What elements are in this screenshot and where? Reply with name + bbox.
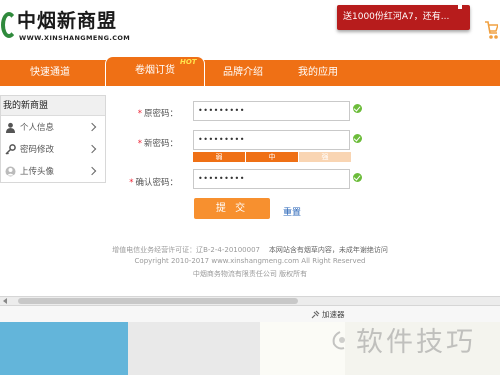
- scrollbar-thumb[interactable]: [18, 298, 298, 304]
- sidebar-title: 我的新商盟: [1, 96, 105, 116]
- pin-icon[interactable]: [311, 310, 320, 319]
- strength-medium: 中: [246, 152, 298, 162]
- key-icon: [5, 144, 16, 155]
- footer-company: 中烟商务物流有限责任公司 版权所有: [192, 270, 308, 278]
- promo-banner[interactable]: 送1000份红河A7，还有...: [337, 5, 470, 30]
- footer-license: 增值电信业务经营许可证：辽B-2-4-20100007: [112, 246, 260, 254]
- promo-corner: [458, 5, 462, 9]
- watermark-logo-icon: [332, 331, 345, 350]
- nav-my-apps[interactable]: 我的应用: [287, 60, 349, 86]
- valid-check-icon: [353, 134, 362, 143]
- sidebar-item-label: 个人信息: [20, 123, 55, 133]
- submit-button[interactable]: 提 交: [194, 198, 270, 219]
- sidebar-item-profile[interactable]: 个人信息: [1, 117, 105, 139]
- new-password-field[interactable]: •••••••••: [193, 130, 350, 150]
- sidebar: 我的新商盟 个人信息 密码修改 上传头像: [0, 95, 106, 183]
- sidebar-item-label: 上传头像: [20, 167, 55, 177]
- strength-weak: 弱: [193, 152, 245, 162]
- site-logo-title[interactable]: 中烟新商盟: [17, 10, 117, 32]
- chevron-right-icon: [87, 166, 97, 176]
- person-icon: [6, 122, 15, 133]
- old-password-label: * 原密码：: [137, 109, 178, 119]
- avatar-icon: [5, 166, 16, 177]
- main-nav: 快速通道 品牌介绍 我的应用: [0, 60, 500, 86]
- site-logo-url: WWW.XINSHANGMENG.COM: [19, 34, 131, 42]
- thumbnail-grey: [128, 322, 260, 375]
- confirm-password-label: * 确认密码：: [129, 178, 178, 188]
- sidebar-item-label: 密码修改: [20, 145, 55, 155]
- nav-quick-access[interactable]: 快速通道: [20, 60, 80, 86]
- strength-strong: 强: [299, 152, 351, 162]
- footer-notice: 本网站含有烟草内容，未成年谢绝访问: [268, 246, 388, 254]
- footer-copyright: Copyright 2010-2017 www.xinshangmeng.com…: [134, 257, 366, 265]
- valid-check-icon: [353, 173, 362, 182]
- confirm-password-field[interactable]: •••••••••: [193, 169, 350, 189]
- sidebar-item-avatar[interactable]: 上传头像: [1, 161, 105, 183]
- scroll-left-arrow-icon[interactable]: [3, 298, 7, 304]
- chevron-right-icon: [87, 144, 97, 154]
- old-password-field[interactable]: •••••••••: [193, 101, 350, 121]
- watermark-text: 软件技巧: [356, 327, 476, 358]
- cart-icon[interactable]: [484, 18, 498, 42]
- accelerator-label[interactable]: 加速器: [322, 309, 345, 320]
- reset-link[interactable]: 重置: [283, 205, 301, 218]
- sidebar-item-password[interactable]: 密码修改: [1, 139, 105, 161]
- chevron-right-icon: [87, 122, 97, 132]
- hot-badge: HOT: [180, 58, 197, 66]
- footer-license-line: 增值电信业务经营许可证：辽B-2-4-20100007 本网站含有烟草内容，未成…: [0, 245, 500, 255]
- new-password-label: * 新密码：: [137, 139, 178, 149]
- thumbnail-blue: [0, 322, 128, 375]
- valid-check-icon: [353, 104, 362, 113]
- nav-brand-intro[interactable]: 品牌介绍: [212, 60, 274, 86]
- logo-mark-icon[interactable]: [1, 12, 17, 38]
